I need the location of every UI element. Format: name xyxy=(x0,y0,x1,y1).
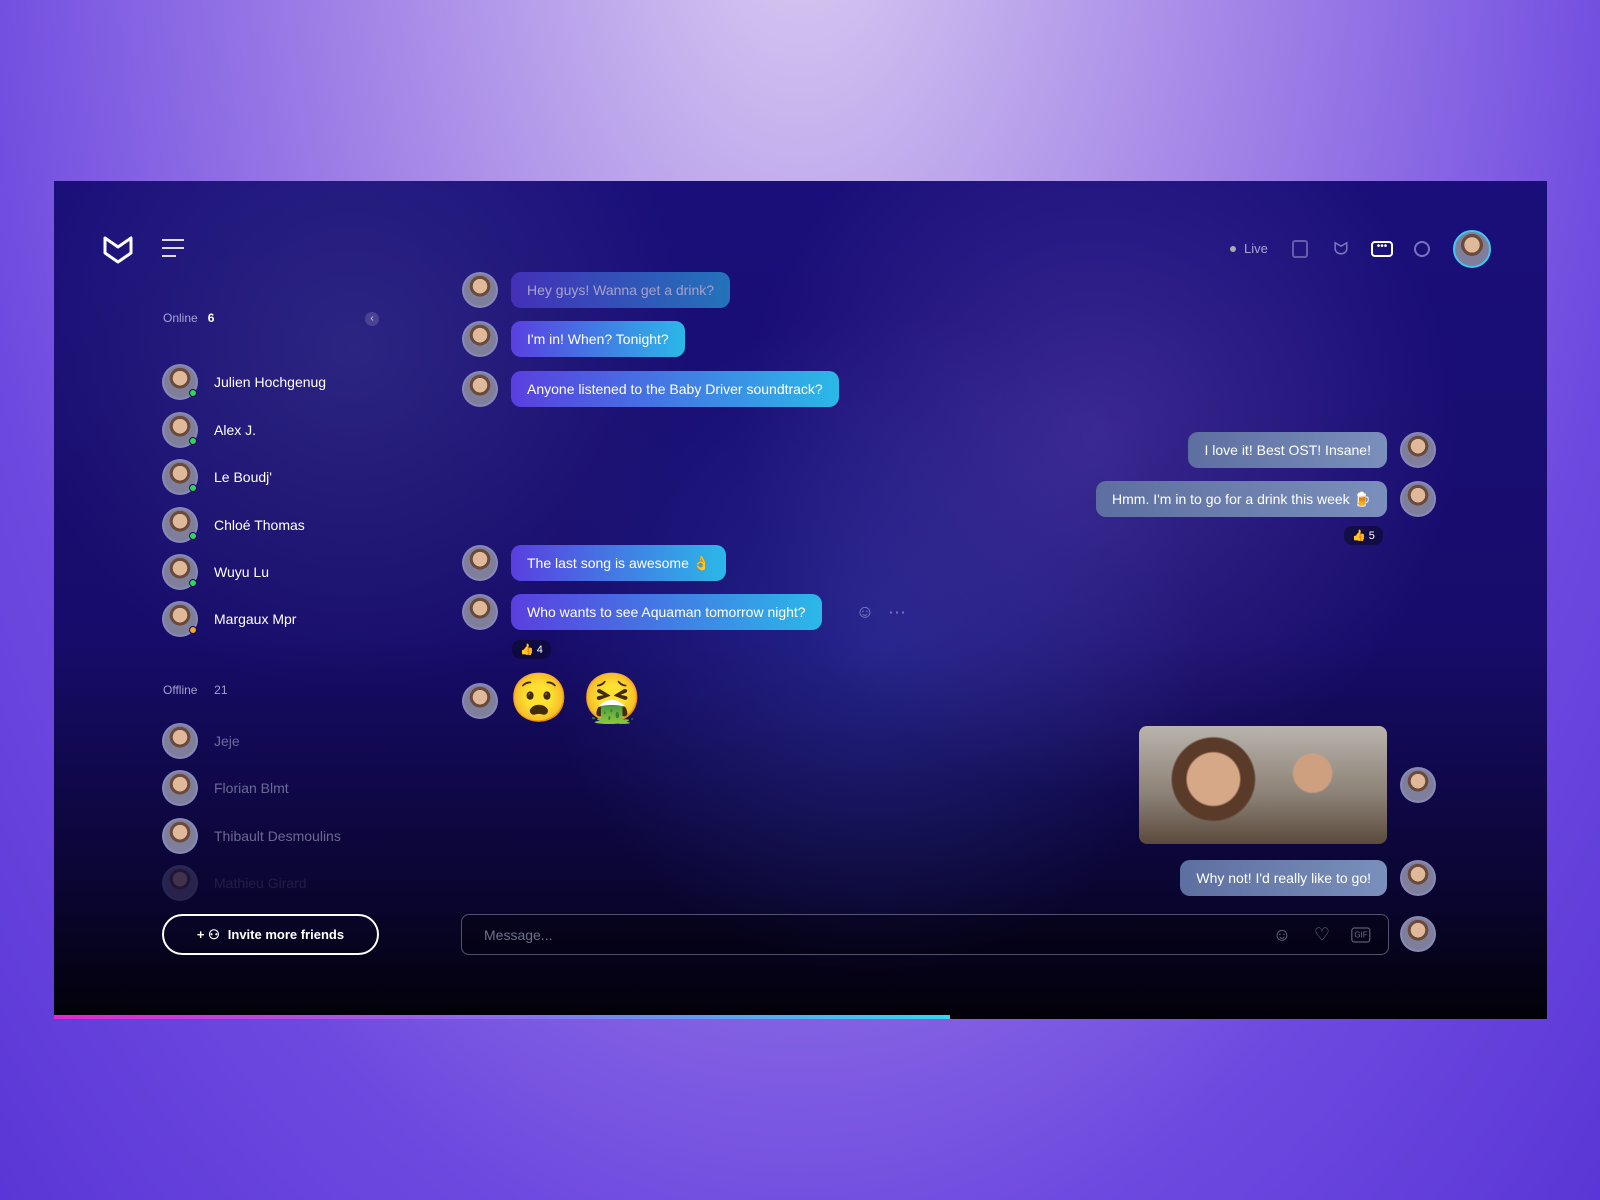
sender-avatar[interactable] xyxy=(1400,481,1436,517)
invite-friends-button[interactable]: + ⚇ Invite more friends xyxy=(162,914,379,955)
live-indicator[interactable]: Live xyxy=(1230,241,1268,256)
sender-avatar[interactable] xyxy=(462,683,498,719)
contact-name[interactable]: Julien Hochgenug xyxy=(214,374,326,390)
contact-avatar[interactable] xyxy=(162,601,198,637)
sender-avatar[interactable] xyxy=(1400,860,1436,896)
status-dot xyxy=(189,626,197,634)
sender-avatar[interactable] xyxy=(462,321,498,357)
message-bubble[interactable]: Anyone listened to the Baby Driver sound… xyxy=(511,371,839,407)
add-user-icon: + ⚇ xyxy=(196,926,220,942)
contact-avatar[interactable] xyxy=(162,865,198,901)
message-bubble[interactable]: Why not! I'd really like to go! xyxy=(1180,860,1387,896)
offline-header: Offline 21 xyxy=(163,683,228,697)
gif-button[interactable]: GIF xyxy=(1351,927,1371,943)
emoji-message[interactable]: 😧 🤮 xyxy=(509,669,642,726)
status-dot xyxy=(189,437,197,445)
message-bubble[interactable]: Hmm. I'm in to go for a drink this week … xyxy=(1096,481,1387,517)
composer-avatar xyxy=(1400,916,1436,952)
progress-bar xyxy=(54,1015,950,1019)
sender-avatar[interactable] xyxy=(1400,767,1436,803)
chat-window: Live ᗢ ••• Online 6 ‹ Offline 21 + ⚇ Invi… xyxy=(54,181,1547,1019)
contact-avatar[interactable] xyxy=(162,507,198,543)
user-avatar[interactable] xyxy=(1453,230,1491,268)
message-bubble[interactable]: The last song is awesome 👌 xyxy=(511,545,727,581)
emoji-icon[interactable]: ☺ xyxy=(1273,925,1291,946)
contact-avatar[interactable] xyxy=(162,818,198,854)
contact-avatar[interactable] xyxy=(162,554,198,590)
dice-icon[interactable] xyxy=(1292,240,1308,258)
gif-image[interactable] xyxy=(1139,726,1387,844)
online-header: Online 6 xyxy=(163,311,215,325)
contact-avatar[interactable] xyxy=(162,459,198,495)
contact-avatar[interactable] xyxy=(162,723,198,759)
contact-name[interactable]: Margaux Mpr xyxy=(214,611,296,627)
reaction-badge[interactable]: 👍 4 xyxy=(512,640,551,659)
message-bubble[interactable]: Who wants to see Aquaman tomorrow night? xyxy=(511,594,822,630)
message-bubble[interactable]: I'm in! When? Tonight? xyxy=(511,321,685,357)
collapse-sidebar-button[interactable]: ‹ xyxy=(365,312,379,326)
message-bubble[interactable]: Hey guys! Wanna get a drink? xyxy=(511,272,731,308)
sender-avatar[interactable] xyxy=(462,272,498,308)
search-icon[interactable] xyxy=(1414,241,1430,257)
contact-name[interactable]: Florian Blmt xyxy=(214,780,289,796)
sender-avatar[interactable] xyxy=(462,545,498,581)
status-dot xyxy=(189,579,197,587)
status-dot xyxy=(189,389,197,397)
message-input[interactable]: Message... ☺ ♡ GIF xyxy=(461,914,1389,955)
sender-avatar[interactable] xyxy=(462,594,498,630)
chat-icon[interactable]: ••• xyxy=(1371,241,1393,257)
contact-avatar[interactable] xyxy=(162,412,198,448)
contact-name[interactable]: Jeje xyxy=(214,733,240,749)
message-bubble[interactable]: I love it! Best OST! Insane! xyxy=(1188,432,1387,468)
status-dot xyxy=(189,532,197,540)
status-dot xyxy=(189,484,197,492)
contact-avatar[interactable] xyxy=(162,770,198,806)
menu-icon[interactable] xyxy=(162,239,184,257)
app-logo-icon[interactable] xyxy=(102,233,134,265)
add-reaction-icon[interactable]: ☺ xyxy=(856,602,874,623)
reaction-badge[interactable]: 👍 5 xyxy=(1344,526,1383,545)
contact-name[interactable]: Alex J. xyxy=(214,422,256,438)
contact-name[interactable]: Wuyu Lu xyxy=(214,564,269,580)
contact-name[interactable]: Thibault Desmoulins xyxy=(214,828,341,844)
contact-name[interactable]: Le Boudj' xyxy=(214,469,272,485)
sender-avatar[interactable] xyxy=(1400,432,1436,468)
contact-avatar[interactable] xyxy=(162,364,198,400)
contact-name[interactable]: Mathieu Girard xyxy=(214,875,307,891)
sender-avatar[interactable] xyxy=(462,371,498,407)
contact-name[interactable]: Chloé Thomas xyxy=(214,517,305,533)
more-options-icon[interactable]: ··· xyxy=(888,602,906,623)
heart-icon[interactable]: ♡ xyxy=(1314,925,1330,946)
cat-icon[interactable]: ᗢ xyxy=(1334,239,1349,260)
